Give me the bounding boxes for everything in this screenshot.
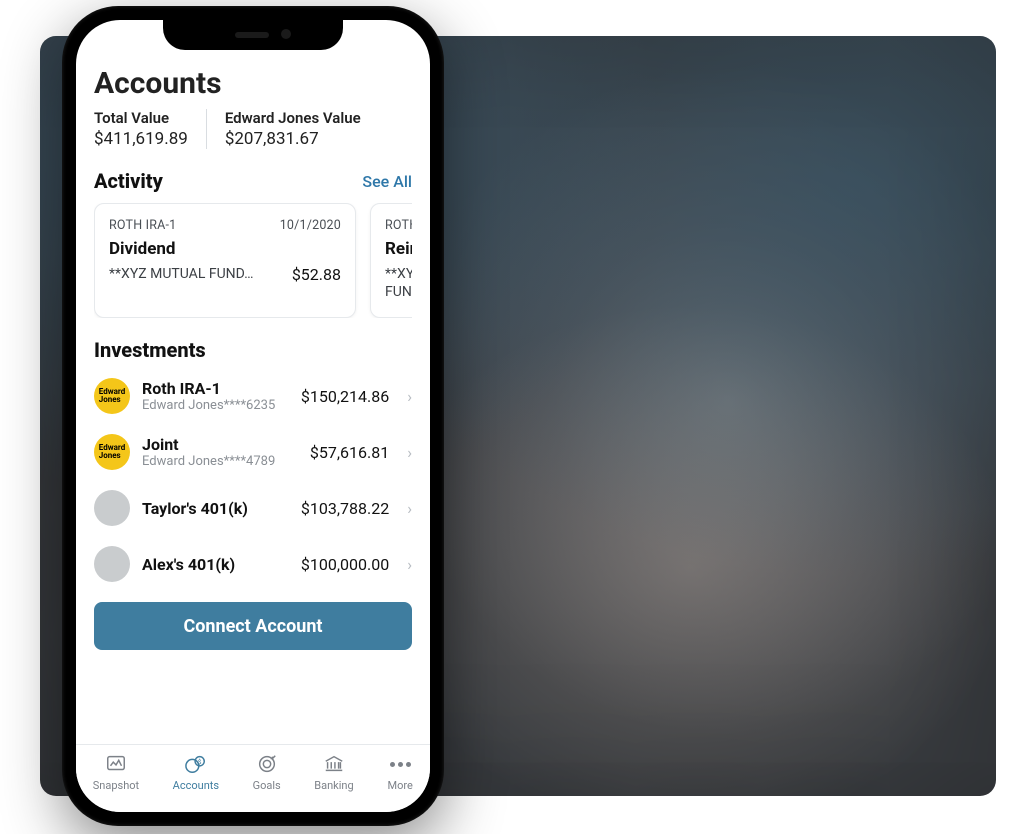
accounts-icon: $: [183, 753, 209, 775]
account-icon: [94, 546, 130, 582]
activity-account: ROTH IRA-1: [109, 218, 176, 233]
investment-sub: Edward Jones****6235: [142, 398, 289, 413]
investment-name: Joint: [142, 435, 298, 454]
phone-frame: Accounts Total Value $411,619.89 Edward …: [62, 6, 444, 826]
tab-bar: Snapshot $ Accounts Goals Banking: [76, 744, 430, 812]
chevron-right-icon: ›: [407, 443, 412, 462]
investments-heading: Investments: [94, 338, 412, 362]
tab-label: Accounts: [173, 779, 219, 792]
chevron-right-icon: ›: [407, 555, 412, 574]
tab-more[interactable]: More: [387, 753, 413, 792]
activity-heading: Activity: [94, 169, 163, 193]
tab-label: More: [388, 779, 413, 792]
totals-divider: [206, 109, 207, 149]
ej-value-amount: $207,831.67: [225, 129, 361, 149]
activity-amount: $52.88: [292, 265, 341, 284]
activity-card[interactable]: ROTH IRA-1 10/1/2020 Dividend **XYZ MUTU…: [94, 203, 356, 318]
activity-title: Dividend: [109, 239, 341, 259]
snapshot-icon: [103, 753, 129, 775]
tab-goals[interactable]: Goals: [253, 753, 281, 792]
chevron-right-icon: ›: [407, 499, 412, 518]
phone-notch: [163, 20, 343, 50]
activity-date: 10/1/2020: [280, 218, 341, 233]
ej-value-label: Edward Jones Value: [225, 109, 361, 127]
investment-name: Taylor's 401(k): [142, 499, 289, 518]
investment-name: Alex's 401(k): [142, 555, 289, 574]
tab-snapshot[interactable]: Snapshot: [93, 753, 139, 792]
edward-jones-icon: Edward Jones: [94, 434, 130, 470]
tab-label: Banking: [314, 779, 353, 792]
investment-amount: $100,000.00: [301, 555, 389, 574]
activity-title: Reinv: [385, 239, 412, 259]
investment-amount: $103,788.22: [301, 499, 389, 518]
goals-icon: [254, 753, 280, 775]
investment-amount: $57,616.81: [310, 443, 389, 462]
chevron-right-icon: ›: [407, 387, 412, 406]
investment-row[interactable]: Edward Jones Joint Edward Jones****4789 …: [94, 428, 412, 476]
tab-label: Goals: [253, 779, 281, 792]
investment-name: Roth IRA-1: [142, 379, 289, 398]
investment-amount: $150,214.86: [301, 387, 389, 406]
totals-row: Total Value $411,619.89 Edward Jones Val…: [94, 109, 412, 149]
activity-sub: **XYZ FUND: [385, 265, 412, 301]
total-value-amount: $411,619.89: [94, 129, 188, 149]
investment-row[interactable]: Taylor's 401(k) $103,788.22 ›: [94, 484, 412, 532]
activity-account: ROTH I: [385, 218, 412, 233]
investment-sub: Edward Jones****4789: [142, 454, 298, 469]
tab-label: Snapshot: [93, 779, 139, 792]
edward-jones-icon: Edward Jones: [94, 378, 130, 414]
connect-account-button[interactable]: Connect Account: [94, 602, 412, 650]
phone-screen: Accounts Total Value $411,619.89 Edward …: [76, 20, 430, 812]
svg-text:$: $: [198, 758, 202, 766]
see-all-link[interactable]: See All: [362, 172, 412, 191]
investment-row[interactable]: Alex's 401(k) $100,000.00 ›: [94, 540, 412, 588]
activity-sub: **XYZ MUTUAL FUND…: [109, 265, 254, 283]
more-icon: [387, 753, 413, 775]
investment-row[interactable]: Edward Jones Roth IRA-1 Edward Jones****…: [94, 372, 412, 420]
page-title: Accounts: [94, 66, 412, 101]
banking-icon: [321, 753, 347, 775]
activity-card[interactable]: ROTH I Reinv **XYZ FUND: [370, 203, 412, 318]
activity-cards[interactable]: ROTH IRA-1 10/1/2020 Dividend **XYZ MUTU…: [94, 203, 412, 318]
total-value-label: Total Value: [94, 109, 188, 127]
tab-banking[interactable]: Banking: [314, 753, 353, 792]
tab-accounts[interactable]: $ Accounts: [173, 753, 219, 792]
account-icon: [94, 490, 130, 526]
investments-list: Edward Jones Roth IRA-1 Edward Jones****…: [94, 372, 412, 588]
